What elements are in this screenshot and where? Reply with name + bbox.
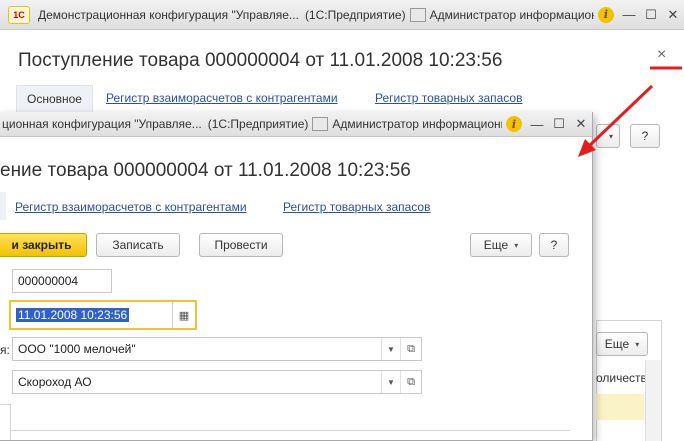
back-app-title: Демонстрационная конфигурация "Управляе.…	[38, 7, 299, 22]
front-page-title: ение товара 000000004 от 11.01.2008 10:2…	[0, 160, 411, 181]
back-more-button[interactable]: Еще ▾	[596, 332, 648, 356]
calendar-icon[interactable]: ▦	[172, 302, 195, 328]
front-divider	[10, 430, 570, 431]
close-window-icon[interactable]: ✕	[662, 7, 684, 23]
front-window: ционная конфигурация "Управляе... (1С:Пр…	[0, 112, 593, 441]
help-button[interactable]: ?	[539, 233, 569, 257]
back-table-row-highlight	[596, 394, 644, 420]
back-page-title: Поступление товара 000000004 от 11.01.20…	[18, 50, 503, 71]
back-platform-label: (1С:Предприятие)	[304, 7, 406, 22]
document-number-field[interactable]: 000000004	[12, 269, 112, 293]
tab-main[interactable]: Основное	[16, 85, 93, 112]
1c-logo-icon: 1С	[8, 5, 30, 24]
save-button[interactable]: Записать	[96, 233, 180, 257]
front-platform-label: (1С:Предприятие)	[207, 117, 309, 131]
tab-register-settlements[interactable]: Регистр взаиморасчетов с контрагентами	[106, 91, 338, 105]
contractor-value: Скороход АО	[18, 375, 92, 389]
front-window-controls: i — ☐ ✕	[502, 112, 592, 136]
post-button[interactable]: Провести	[199, 233, 283, 257]
tab-main-partial[interactable]	[0, 192, 6, 220]
document-date-value: 11.01.2008 10:23:56	[16, 308, 130, 322]
minimize-icon[interactable]: —	[618, 7, 640, 22]
organization-field[interactable]: ООО "1000 мелочей" ▼ ⧉	[12, 337, 422, 361]
info-icon[interactable]: i	[598, 6, 614, 23]
chevron-down-icon[interactable]: ▼	[381, 338, 400, 360]
back-table-scrollbar[interactable]	[645, 360, 661, 441]
more-button[interactable]: Еще ▾	[470, 233, 532, 257]
back-more-caret-button[interactable]: ▾	[596, 124, 620, 148]
document-date-field[interactable]: 11.01.2008 10:23:56 ▦	[9, 300, 197, 330]
front-titlebar: ционная конфигурация "Управляе... (1С:Пр…	[0, 112, 592, 137]
document-number-value: 000000004	[18, 274, 79, 288]
minimize-icon[interactable]: —	[526, 117, 548, 132]
organization-label: я:	[0, 343, 10, 357]
front-table-panel-partial	[0, 404, 11, 440]
info-icon[interactable]: i	[506, 116, 522, 132]
organization-value: ООО "1000 мелочей"	[18, 342, 136, 356]
open-icon[interactable]: ⧉	[400, 338, 421, 360]
back-user-label: Администратор информационной	[429, 7, 618, 22]
chevron-down-icon[interactable]: ▼	[381, 371, 400, 393]
tab-register-settlements[interactable]: Регистр взаиморасчетов с контрагентами	[15, 200, 247, 214]
front-app-title: ционная конфигурация "Управляе...	[2, 117, 202, 131]
user-icon	[409, 7, 426, 22]
tab-register-stock[interactable]: Регистр товарных запасов	[375, 91, 522, 105]
back-help-button[interactable]: ?	[630, 124, 660, 148]
back-window-controls: i — ☐ ✕	[594, 0, 684, 29]
front-user-label: Администратор информационной	[332, 117, 521, 131]
open-icon[interactable]: ⧉	[400, 371, 421, 393]
contractor-field[interactable]: Скороход АО ▼ ⧉	[12, 370, 422, 394]
post-and-close-button[interactable]: и закрыть	[0, 233, 87, 257]
tab-register-stock[interactable]: Регистр товарных запасов	[283, 200, 430, 214]
more-label: Еще	[483, 238, 509, 252]
close-window-icon[interactable]: ✕	[570, 116, 592, 132]
user-icon	[312, 117, 329, 131]
back-more-label: Еще	[604, 337, 630, 351]
back-form-close-icon[interactable]: ×	[657, 46, 666, 64]
maximize-icon[interactable]: ☐	[548, 116, 570, 132]
maximize-icon[interactable]: ☐	[640, 7, 662, 23]
back-titlebar: 1С Демонстрационная конфигурация "Управл…	[0, 0, 684, 30]
